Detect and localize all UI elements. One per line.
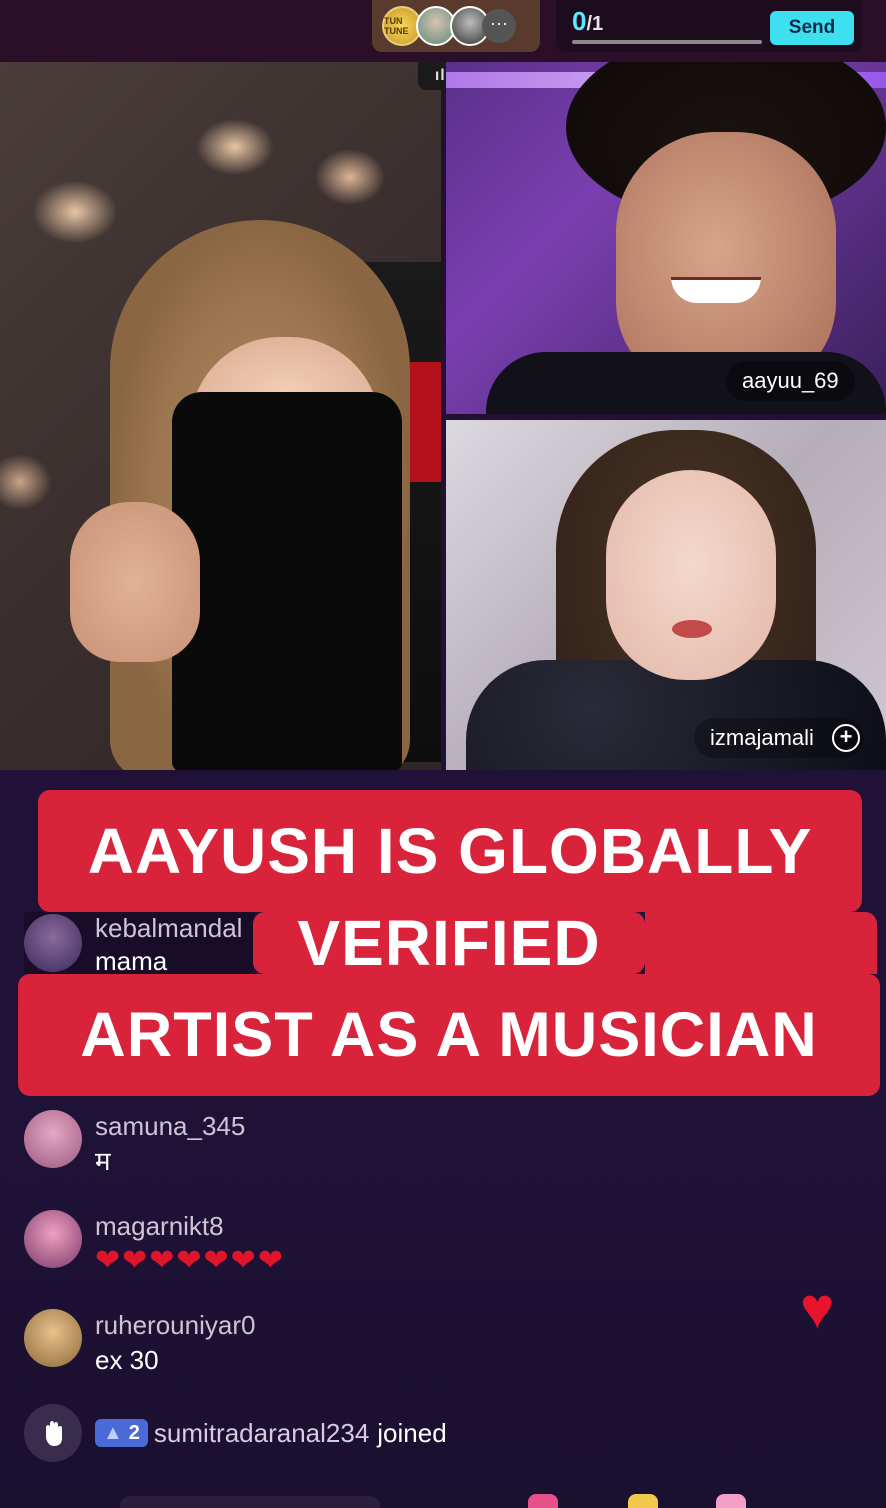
chat-message-body: magarnikt8 ❤❤❤❤❤❤❤ (95, 1210, 285, 1278)
caption-line-2: VERIFIED (253, 911, 645, 975)
host-hand (70, 502, 200, 662)
chat-text: ex 30 (95, 1345, 159, 1375)
like-heart-icon[interactable]: ♥ (800, 1280, 834, 1338)
emoji-icon[interactable] (628, 1494, 658, 1508)
chat-message-body: kebalmandal mama (95, 912, 242, 974)
chat-username[interactable]: magarnikt8 (95, 1210, 285, 1242)
chat-text: ❤❤❤❤❤❤❤ (95, 1244, 285, 1277)
level-triangle-icon: ▲ (103, 1421, 123, 1444)
chat-message[interactable]: samuna_345 म (24, 1110, 245, 1178)
send-button[interactable]: Send (770, 11, 854, 45)
caption-line-3: ARTIST AS A MUSICIAN (18, 974, 880, 1096)
chat-username[interactable]: kebalmandal (95, 912, 242, 944)
host-niqab (172, 392, 402, 770)
avatar[interactable] (24, 914, 82, 972)
guest1-smile (671, 277, 761, 303)
goal-current: 0 (572, 6, 587, 36)
chat-username[interactable]: ruherouniyar0 (95, 1309, 255, 1341)
goal-total: /1 (586, 13, 604, 35)
gift-icon[interactable] (528, 1494, 558, 1508)
chat-text: mama (95, 946, 168, 974)
chat-message[interactable]: kebalmandal mama (24, 912, 255, 974)
comment-input[interactable] (120, 1496, 380, 1508)
top-viewers-pill[interactable]: TUN TUNE ··· (372, 0, 540, 52)
joined-username[interactable]: sumitradaranal234 (154, 1418, 369, 1449)
chat-message[interactable]: ruherouniyar0 ex 30 (24, 1309, 255, 1377)
bow-icon[interactable] (716, 1494, 746, 1508)
bottom-toolbar (0, 1494, 886, 1508)
joined-label: joined (377, 1417, 447, 1448)
host-chair-accent (410, 362, 441, 482)
chat-message-body: samuna_345 म (95, 1110, 245, 1178)
chat-message[interactable]: magarnikt8 ❤❤❤❤❤❤❤ (24, 1210, 285, 1278)
chat-message-body: ruherouniyar0 ex 30 (95, 1309, 255, 1377)
join-event: ▲ 2 sumitradaranal234 joined (24, 1404, 447, 1462)
caption-line-1: AAYUSH IS GLOBALLY (38, 790, 862, 912)
wave-hand-icon[interactable] (24, 1404, 82, 1462)
guest2-lips (672, 620, 712, 638)
level-badge: ▲ 2 (95, 1419, 148, 1447)
follow-plus-icon[interactable]: + (832, 724, 860, 752)
avatar[interactable] (24, 1309, 82, 1367)
goal-box: 0/1 Send (556, 0, 862, 52)
chat-username[interactable]: samuna_345 (95, 1110, 245, 1142)
goal-progress-track (572, 40, 762, 44)
guest1-name-tag[interactable]: aayuu_69 (726, 361, 855, 401)
avatar[interactable] (24, 1210, 82, 1268)
guest2-face (606, 470, 776, 680)
avatar[interactable] (24, 1110, 82, 1168)
top-bar: TUN TUNE ··· 0/1 Send (0, 0, 886, 62)
caption-background (645, 912, 877, 974)
goal-counter: 0/1 (572, 6, 603, 37)
wave-hand-svg (46, 1421, 62, 1446)
level-number: 2 (128, 1421, 140, 1444)
chat-text: म (95, 1146, 111, 1176)
host-video[interactable] (0, 62, 441, 770)
more-viewers-icon[interactable]: ··· (482, 9, 516, 43)
